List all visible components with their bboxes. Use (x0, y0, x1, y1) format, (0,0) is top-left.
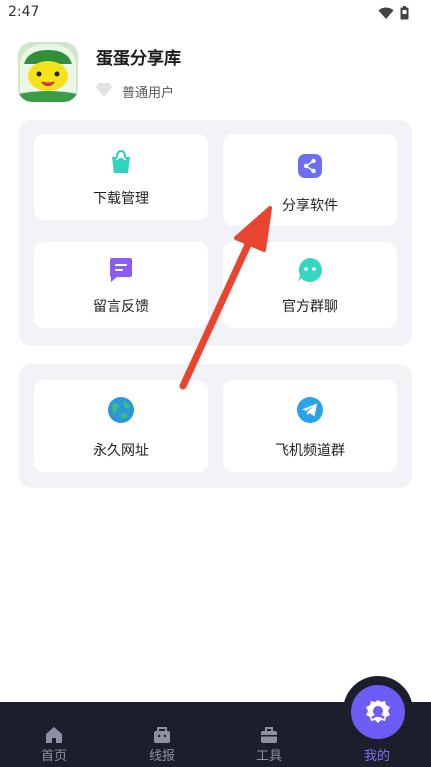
nav-home[interactable]: 首页 (14, 702, 94, 767)
nav-tools-label: 工具 (255, 749, 282, 764)
chat-face-icon (296, 256, 324, 284)
telegram-channel-button[interactable]: 飞机频道群 (223, 380, 397, 472)
nav-deals-label: 线报 (148, 749, 175, 764)
status-time: 2:47 (8, 4, 40, 20)
home-icon (45, 726, 63, 744)
shopping-bag-icon (107, 148, 135, 176)
status-bar: 2:47 (0, 0, 431, 26)
globe-icon (107, 396, 135, 424)
telegram-icon (296, 396, 324, 424)
share-software-label: 分享软件 (282, 198, 338, 214)
user-level-label: 普通用户 (122, 86, 175, 101)
diamond-icon (96, 82, 112, 101)
status-icons (378, 5, 409, 24)
user-level: 普通用户 (96, 82, 174, 101)
toolbox-icon (260, 726, 278, 744)
official-group-chat-label: 官方群聊 (282, 299, 338, 315)
wifi-icon (378, 5, 394, 24)
nav-home-label: 首页 (40, 749, 67, 764)
feedback-label: 留言反馈 (93, 299, 149, 315)
download-manager-button[interactable]: 下载管理 (34, 134, 208, 220)
app-name: 蛋蛋分享库 (96, 49, 181, 69)
permanent-url-button[interactable]: 永久网址 (34, 380, 208, 472)
permanent-url-label: 永久网址 (93, 443, 149, 459)
official-group-chat-button[interactable]: 官方群聊 (223, 242, 397, 328)
primary-menu-panel: 下载管理 分享软件 留言反馈 官方群聊 (19, 120, 412, 346)
avatar-image (18, 42, 78, 102)
share-software-button[interactable]: 分享软件 (223, 134, 397, 226)
share-icon (296, 152, 324, 180)
profile-gear-icon (366, 700, 390, 723)
message-icon (107, 256, 135, 284)
nav-mine-fab[interactable] (351, 685, 405, 739)
secondary-menu-panel: 永久网址 飞机频道群 (19, 364, 412, 488)
feedback-button[interactable]: 留言反馈 (34, 242, 208, 328)
battery-icon (400, 5, 409, 24)
nav-deals[interactable]: 线报 (122, 702, 202, 767)
avatar[interactable] (18, 42, 78, 102)
bag-icon (153, 726, 171, 744)
telegram-channel-label: 飞机频道群 (275, 443, 345, 459)
download-manager-label: 下载管理 (93, 191, 149, 207)
nav-tools[interactable]: 工具 (229, 702, 309, 767)
nav-mine-label: 我的 (363, 749, 390, 764)
